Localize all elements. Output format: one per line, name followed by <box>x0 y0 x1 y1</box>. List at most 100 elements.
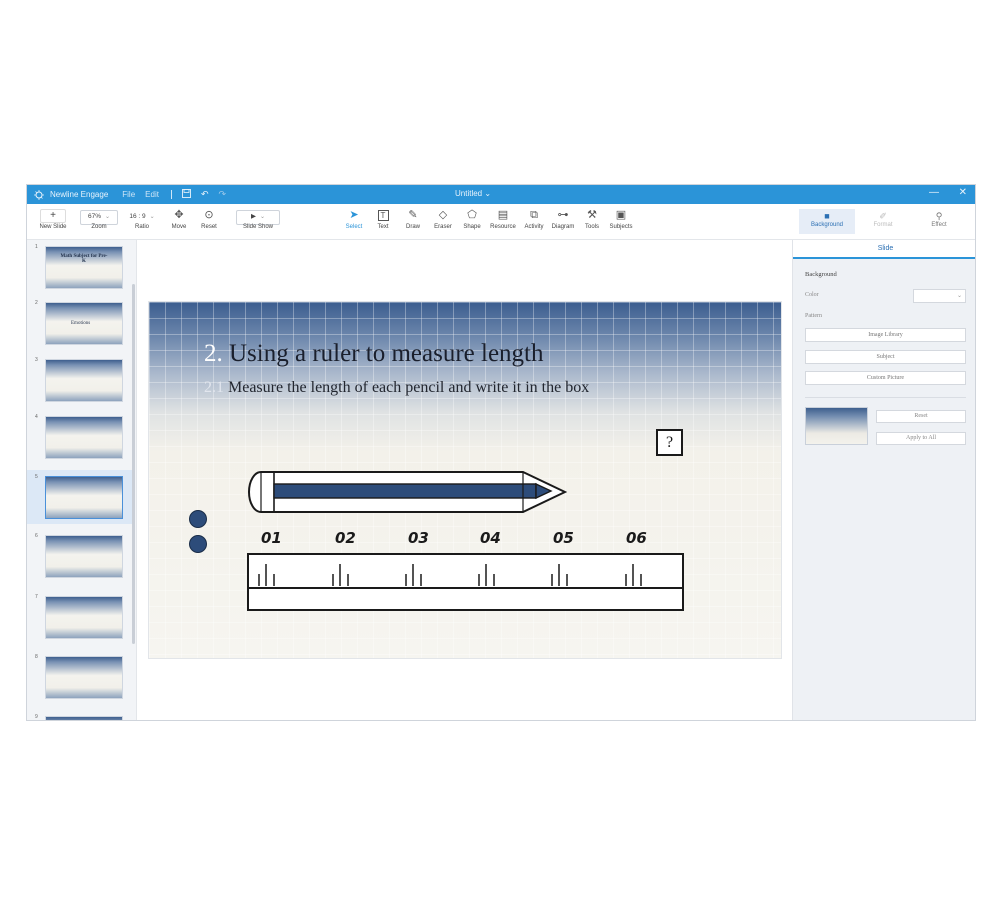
shape-icon: ⬠ <box>467 209 477 221</box>
reset-background-button[interactable]: Reset <box>876 410 966 423</box>
tab-label: Format <box>873 222 893 228</box>
thumbnail-scrollbar[interactable] <box>132 284 135 644</box>
tool-select[interactable]: ➤ Select <box>341 207 367 230</box>
tool-shape[interactable]: ⬠ Shape <box>459 207 485 230</box>
tool-diagram[interactable]: ⊶ Diagram <box>548 207 578 230</box>
slide-title-number: 2. <box>204 340 223 367</box>
move-icon: ✥ <box>174 209 184 221</box>
brush-icon: ✐ <box>879 211 887 221</box>
thumbnail-preview <box>45 476 123 519</box>
thumbnail-number: 2 <box>35 300 38 306</box>
move-button[interactable]: ✥ Move <box>167 207 191 230</box>
redo-icon[interactable]: ↷ <box>219 189 227 200</box>
thumbnail-preview <box>45 416 123 459</box>
move-label: Move <box>171 224 187 230</box>
thumbnail-number: 8 <box>35 654 38 660</box>
text-icon: T <box>370 207 396 223</box>
slide-thumbnail[interactable]: 4 <box>27 410 135 464</box>
tab-slide[interactable]: Slide <box>793 240 975 259</box>
slide-subtitle[interactable]: 2.1 Measure the length of each pencil an… <box>204 379 589 397</box>
custom-picture-button[interactable]: Custom Picture <box>805 371 966 385</box>
resource-icon: ▤ <box>497 209 509 221</box>
menu-edit[interactable]: Edit <box>145 190 159 199</box>
answer-box[interactable]: ? <box>656 429 683 456</box>
slide-thumbnail[interactable]: 7 <box>27 590 135 644</box>
apply-to-all-button[interactable]: Apply to All <box>876 432 966 445</box>
menu-file[interactable]: File <box>122 190 135 199</box>
tab-effect[interactable]: ⚲ Effect <box>911 209 967 234</box>
thumbnail-preview <box>45 246 123 289</box>
tool-label: Diagram <box>551 224 575 230</box>
plus-icon: + <box>37 207 69 223</box>
tab-label: Effect <box>931 222 947 228</box>
document-title[interactable]: Untitled ⌄ <box>455 189 491 198</box>
thumbnail-number: 3 <box>35 357 38 363</box>
ratio-dropdown[interactable]: 16 : 9 ⌄ Ratio <box>123 207 161 230</box>
folder-icon: ■ <box>824 211 830 221</box>
pencil-image[interactable] <box>247 470 567 514</box>
thumbnail-preview <box>45 359 123 402</box>
save-icon[interactable] <box>182 189 191 200</box>
tab-format[interactable]: ✐ Format <box>855 209 911 234</box>
new-slide-button[interactable]: + New Slide <box>37 207 69 230</box>
tool-label: Activity <box>524 224 544 230</box>
subject-button[interactable]: Subject <box>805 350 966 364</box>
background-preview <box>805 407 868 445</box>
ruler-label: 05 <box>553 529 574 547</box>
slide-show-label: Slide Show <box>242 224 274 230</box>
reset-view-button[interactable]: ⊙ Reset <box>197 207 221 230</box>
tool-tools[interactable]: ⚒ Tools <box>580 207 604 230</box>
property-tabs: ■ Background ✐ Format ⚲ Effect <box>799 209 967 234</box>
color-select[interactable]: ⌄ <box>913 289 966 303</box>
tool-text[interactable]: T Text <box>370 207 396 230</box>
zoom-dropdown[interactable]: 67% ⌄ Zoom <box>79 207 119 230</box>
slide-thumbnail-selected[interactable]: 5 <box>27 470 135 524</box>
tool-label: Subjects <box>609 224 633 230</box>
slide-thumbnail[interactable]: 6 <box>27 529 135 583</box>
tool-activity[interactable]: ⧉ Activity <box>520 207 548 230</box>
slide-thumbnail-panel: 1 Math Subject for Pre-K 2 Emotions 3 4 … <box>27 240 137 720</box>
slide-canvas-area: 2. Using a ruler to measure length 2.1 M… <box>137 240 792 720</box>
slide-subtitle-text: Measure the length of each pencil and wr… <box>228 379 590 396</box>
properties-panel: Slide Background Color ⌄ Pattern Image L… <box>792 240 975 720</box>
slide-show-button[interactable]: ▶ ⌄ Slide Show <box>235 207 281 230</box>
app-name: Newline Engage <box>50 190 109 199</box>
tool-draw[interactable]: ✎ Draw <box>400 207 426 230</box>
activity-icon: ⧉ <box>530 209 538 221</box>
slide-thumbnail[interactable]: 1 Math Subject for Pre-K <box>27 240 135 294</box>
thumbnail-number: 7 <box>35 594 38 600</box>
slide-thumbnail[interactable]: 3 <box>27 353 135 407</box>
tab-background[interactable]: ■ Background <box>799 209 855 234</box>
slide-title[interactable]: 2. Using a ruler to measure length <box>204 340 544 368</box>
ruler-ticks <box>258 564 642 586</box>
pen-icon: ✎ <box>408 209 418 221</box>
title-bar: Newline Engage File Edit ↶ ↷ Untitled ⌄ … <box>27 185 975 204</box>
tool-subjects[interactable]: ▣ Subjects <box>606 207 636 230</box>
slide-thumbnail[interactable]: 9 <box>27 710 135 720</box>
slide-thumbnail[interactable]: 8 <box>27 650 135 704</box>
tool-eraser[interactable]: ◇ Eraser <box>429 207 457 230</box>
ruler-label: 04 <box>480 529 501 547</box>
bullet-dot[interactable] <box>189 535 207 553</box>
slide-thumbnail[interactable]: 2 Emotions <box>27 296 135 350</box>
diagram-icon: ⊶ <box>557 209 569 221</box>
tool-resource[interactable]: ▤ Resource <box>487 207 519 230</box>
color-label: Color <box>805 292 819 298</box>
thumbnail-number: 9 <box>35 714 38 720</box>
ruler-label: 06 <box>626 529 647 547</box>
minimize-icon[interactable]: — <box>929 187 939 198</box>
zoom-value: 67% <box>87 213 101 220</box>
target-icon: ⊙ <box>204 209 214 221</box>
thumbnail-number: 6 <box>35 533 38 539</box>
slide-canvas[interactable]: 2. Using a ruler to measure length 2.1 M… <box>148 301 782 659</box>
close-icon[interactable]: ✕ <box>959 187 967 198</box>
ruler-label: 03 <box>408 529 429 547</box>
ruler[interactable] <box>247 553 684 611</box>
thumbnail-preview <box>45 596 123 639</box>
image-library-button[interactable]: Image Library <box>805 328 966 342</box>
undo-icon[interactable]: ↶ <box>201 189 209 200</box>
slide-title-text: Using a ruler to measure length <box>229 340 544 367</box>
bullet-dot[interactable] <box>189 510 207 528</box>
title-chevron-icon: ⌄ <box>484 189 492 198</box>
cursor-icon: ➤ <box>349 209 359 221</box>
